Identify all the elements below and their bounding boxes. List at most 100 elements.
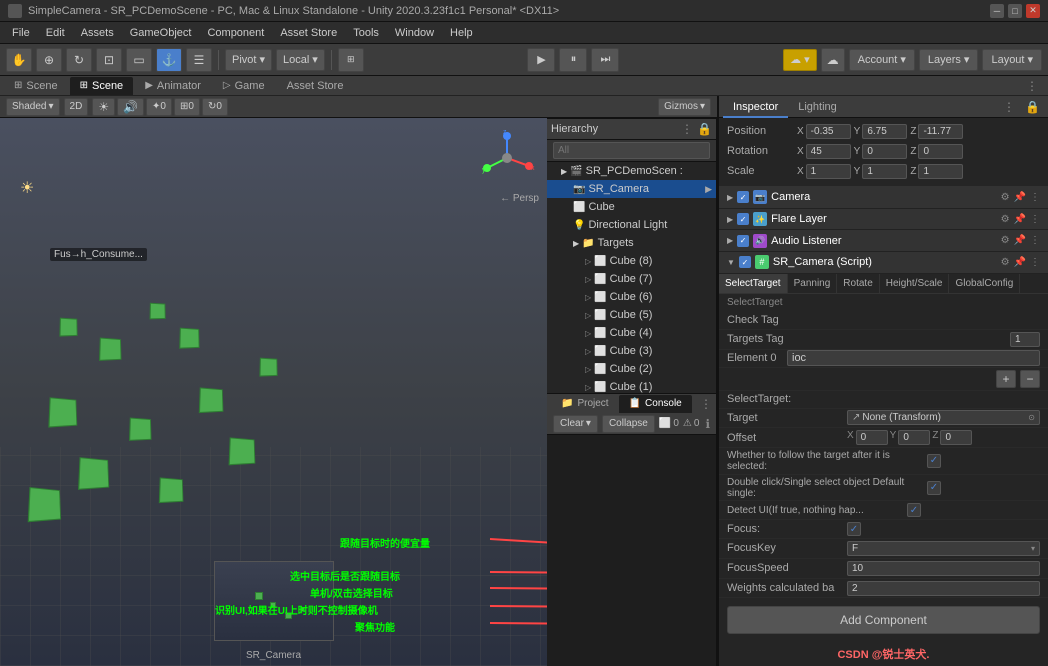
step-button[interactable]: ⏭ <box>591 48 619 72</box>
cloud-icon[interactable]: ☁ <box>821 48 845 72</box>
doubleclick-checkbox[interactable] <box>927 481 941 495</box>
list-item[interactable]: ▷ ⬜ Cube (5) <box>547 306 716 324</box>
tab-asset-store[interactable]: Asset Store <box>277 77 354 95</box>
flare-check[interactable]: ✓ <box>737 213 749 225</box>
flare-pin-icon[interactable]: 📌 <box>1014 214 1026 225</box>
move-tool[interactable]: ⊕ <box>36 48 62 72</box>
pos-z-input[interactable] <box>918 124 963 139</box>
menu-item-edit[interactable]: Edit <box>38 22 73 44</box>
hand-tool[interactable]: ✋ <box>6 48 32 72</box>
list-add-button[interactable]: + <box>996 370 1016 388</box>
list-item[interactable]: ▶ 📁 Targets <box>547 234 716 252</box>
sr-camera-check[interactable]: ✓ <box>739 256 751 268</box>
tab-height-scale[interactable]: Height/Scale <box>880 274 950 294</box>
list-item[interactable]: ▷ ⬜ Cube (1) <box>547 378 716 393</box>
offset-y-input[interactable] <box>898 430 930 445</box>
camera-gear-icon[interactable]: ⚙ <box>1001 192 1010 203</box>
rect-tool[interactable]: ▭ <box>126 48 152 72</box>
sr-camera-header[interactable]: ▼ ✓ # SR_Camera (Script) ⚙ 📌 ⋮ <box>719 252 1048 274</box>
list-item[interactable]: ▷ ⬜ Cube (7) <box>547 270 716 288</box>
add-component-button[interactable]: Add Component <box>727 606 1040 634</box>
hierarchy-search-input[interactable] <box>553 142 710 159</box>
pos-x-input[interactable] <box>806 124 851 139</box>
scale-x-input[interactable] <box>806 164 851 179</box>
collab-button[interactable]: ☁ ▾ <box>783 49 817 71</box>
close-button[interactable]: ✕ <box>1026 4 1040 18</box>
hierarchy-lock[interactable]: 🔒 <box>697 122 712 136</box>
scale-z-input[interactable] <box>918 164 963 179</box>
rot-y-input[interactable] <box>862 144 907 159</box>
list-item[interactable]: ⬜ Cube <box>547 198 716 216</box>
menu-item-asset store[interactable]: Asset Store <box>272 22 345 44</box>
grid-toggle[interactable]: ⊞0 <box>174 98 200 116</box>
detectui-checkbox[interactable] <box>907 503 921 517</box>
camera-check[interactable]: ✓ <box>737 191 749 203</box>
offset-z-input[interactable] <box>940 430 972 445</box>
layout-button[interactable]: Layout ▾ <box>982 49 1042 71</box>
custom-tool[interactable]: ☰ <box>186 48 212 72</box>
2d-button[interactable]: 2D <box>64 98 89 116</box>
menu-item-tools[interactable]: Tools <box>345 22 387 44</box>
sr-camera-pin-icon[interactable]: 📌 <box>1014 257 1026 268</box>
rotate-tool[interactable]: ↻ <box>66 48 92 72</box>
scale-tool[interactable]: ⊡ <box>96 48 122 72</box>
camera-menu-icon[interactable]: ⋮ <box>1030 192 1040 203</box>
tab-lighting[interactable]: Lighting <box>788 96 847 118</box>
minimize-button[interactable]: ─ <box>990 4 1004 18</box>
tab-rotate[interactable]: Rotate <box>837 274 879 294</box>
tab-scene1[interactable]: ⊞ Scene <box>4 77 68 95</box>
sr-camera-menu-icon[interactable]: ⋮ <box>1030 257 1040 268</box>
shading-dropdown[interactable]: Shaded ▾ <box>6 98 60 116</box>
list-item[interactable]: ▶ 🎬 SR_PCDemoScen : <box>547 162 716 180</box>
list-remove-button[interactable]: − <box>1020 370 1040 388</box>
follow-checkbox[interactable] <box>927 454 941 468</box>
scene-view[interactable]: ☀ <box>0 118 547 666</box>
console-menu-icon[interactable]: ⋮ <box>700 397 712 411</box>
menu-item-help[interactable]: Help <box>442 22 481 44</box>
camera-component-header[interactable]: ▶ ✓ 📷 Camera ⚙ 📌 ⋮ <box>719 187 1048 209</box>
gizmos-dropdown[interactable]: Gizmos ▾ <box>658 98 711 116</box>
pivot-dropdown[interactable]: Pivot ▾ <box>225 49 272 71</box>
list-item[interactable]: ▷ ⬜ Cube (6) <box>547 288 716 306</box>
pos-y-input[interactable] <box>862 124 907 139</box>
flare-layer-header[interactable]: ▶ ✓ ✨ Flare Layer ⚙ 📌 ⋮ <box>719 209 1048 231</box>
focus-checkbox[interactable] <box>847 522 861 536</box>
account-button[interactable]: Account ▾ <box>849 49 915 71</box>
maximize-button[interactable]: □ <box>1008 4 1022 18</box>
hierarchy-menu[interactable]: ⋮ <box>681 122 693 136</box>
lighting-toggle[interactable]: ☀ <box>92 98 115 116</box>
tab-project[interactable]: 📁 Project <box>551 395 619 413</box>
tab-console[interactable]: 📋 Console <box>619 395 692 413</box>
menu-item-component[interactable]: Component <box>199 22 272 44</box>
rot-x-input[interactable] <box>806 144 851 159</box>
menu-item-window[interactable]: Window <box>387 22 442 44</box>
sr-camera-gear-icon[interactable]: ⚙ <box>1001 257 1010 268</box>
list-item[interactable]: ▷ ⬜ Cube (3) <box>547 342 716 360</box>
audio-check[interactable]: ✓ <box>737 235 749 247</box>
pause-button[interactable]: ⏸ <box>559 48 587 72</box>
element-0-input[interactable] <box>787 350 1040 366</box>
play-button[interactable]: ▶ <box>527 48 555 72</box>
render-toggle[interactable]: ↻0 <box>202 98 228 116</box>
tab-selecttarget[interactable]: SelectTarget <box>719 274 788 294</box>
tab-panning[interactable]: Panning <box>788 274 838 294</box>
clear-button[interactable]: Clear ▾ <box>553 415 598 433</box>
inspector-lock-icon[interactable]: 🔒 <box>1021 100 1044 114</box>
audio-toggle[interactable]: 🔊 <box>117 98 144 116</box>
menu-item-gameobject[interactable]: GameObject <box>122 22 200 44</box>
audio-gear-icon[interactable]: ⚙ <box>1001 235 1010 246</box>
list-item[interactable]: ▷ ⬜ Cube (2) <box>547 360 716 378</box>
focusspeed-input[interactable] <box>847 561 1040 576</box>
list-item[interactable]: ▷ ⬜ Cube (8) <box>547 252 716 270</box>
tab-global-config[interactable]: GlobalConfig <box>949 274 1020 294</box>
flare-gear-icon[interactable]: ⚙ <box>1001 214 1010 225</box>
audio-listener-header[interactable]: ▶ ✓ 🔊 Audio Listener ⚙ 📌 ⋮ <box>719 230 1048 252</box>
snap-icon[interactable]: ⊞ <box>338 48 364 72</box>
audio-pin-icon[interactable]: 📌 <box>1014 235 1026 246</box>
list-item[interactable]: ▷ ⬜ Cube (4) <box>547 324 716 342</box>
scale-y-input[interactable] <box>862 164 907 179</box>
targets-tag-input[interactable] <box>1010 332 1040 347</box>
menu-item-file[interactable]: File <box>4 22 38 44</box>
offset-x-input[interactable] <box>856 430 888 445</box>
local-dropdown[interactable]: Local ▾ <box>276 49 325 71</box>
